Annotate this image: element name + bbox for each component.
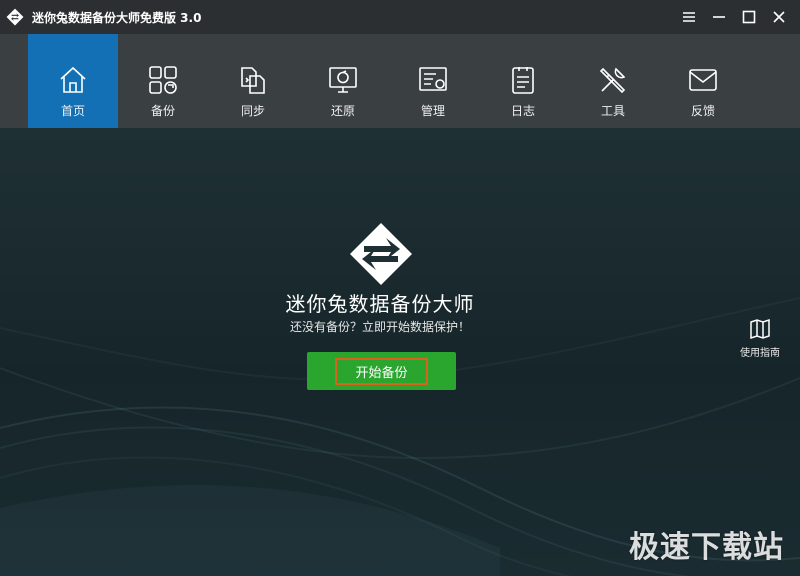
minimize-button[interactable] bbox=[704, 0, 734, 34]
restore-monitor-icon bbox=[329, 67, 357, 93]
nav-label-log: 日志 bbox=[510, 104, 535, 118]
title-bar: 迷你兔数据备份大师免费版 3.0 bbox=[0, 0, 800, 34]
sync-files-icon bbox=[241, 67, 265, 94]
nav-label-feedback: 反馈 bbox=[690, 104, 715, 118]
nav-item-backup[interactable]: 备份 bbox=[118, 34, 208, 128]
nav-item-feedback[interactable]: 反馈 bbox=[658, 34, 748, 128]
log-clipboard-icon bbox=[512, 67, 534, 94]
window-title: 迷你兔数据备份大师免费版 3.0 bbox=[32, 10, 202, 25]
nav-item-restore[interactable]: 还原 bbox=[298, 34, 388, 128]
start-backup-label: 开始备份 bbox=[335, 357, 428, 385]
nav-label-manage: 管理 bbox=[420, 104, 445, 118]
maximize-icon bbox=[742, 10, 756, 24]
minimize-icon bbox=[713, 16, 725, 18]
hero-subtitle: 还没有备份？立即开始数据保护！ bbox=[289, 320, 470, 334]
menu-icon bbox=[683, 12, 695, 22]
nav-bar: 首页 备份 同步 还原 管理 日志 工具 反馈 bbox=[0, 34, 800, 128]
start-backup-button[interactable]: 开始备份 bbox=[307, 352, 456, 390]
maximize-button[interactable] bbox=[734, 0, 764, 34]
book-map-icon bbox=[750, 318, 770, 340]
manage-settings-icon bbox=[419, 67, 447, 91]
nav-label-sync: 同步 bbox=[240, 104, 265, 118]
hero-title: 迷你兔数据备份大师 bbox=[285, 292, 475, 316]
user-guide-link[interactable]: 使用指南 bbox=[740, 318, 780, 359]
app-brand-logo bbox=[350, 223, 412, 285]
nav-label-tools: 工具 bbox=[600, 104, 625, 118]
feedback-mail-icon bbox=[689, 69, 717, 91]
menu-button[interactable] bbox=[674, 0, 704, 34]
nav-item-sync[interactable]: 同步 bbox=[208, 34, 298, 128]
nav-item-tools[interactable]: 工具 bbox=[568, 34, 658, 128]
nav-label-restore: 还原 bbox=[330, 104, 355, 118]
nav-item-home[interactable]: 首页 bbox=[28, 34, 118, 128]
backup-grid-icon bbox=[149, 66, 177, 94]
main-panel: 迷你兔数据备份大师 还没有备份？立即开始数据保护！ 开始备份 使用指南 极速下载… bbox=[0, 128, 800, 576]
close-button[interactable] bbox=[764, 0, 794, 34]
window-controls bbox=[674, 0, 794, 34]
app-logo-icon bbox=[6, 8, 24, 26]
watermark-text: 极速下载站 bbox=[629, 530, 784, 565]
nav-item-manage[interactable]: 管理 bbox=[388, 34, 478, 128]
nav-item-log[interactable]: 日志 bbox=[478, 34, 568, 128]
close-icon bbox=[773, 11, 785, 23]
user-guide-label: 使用指南 bbox=[740, 348, 780, 359]
home-icon bbox=[60, 66, 86, 93]
nav-label-home: 首页 bbox=[60, 104, 85, 118]
tools-icon bbox=[599, 67, 626, 94]
nav-label-backup: 备份 bbox=[150, 104, 175, 118]
